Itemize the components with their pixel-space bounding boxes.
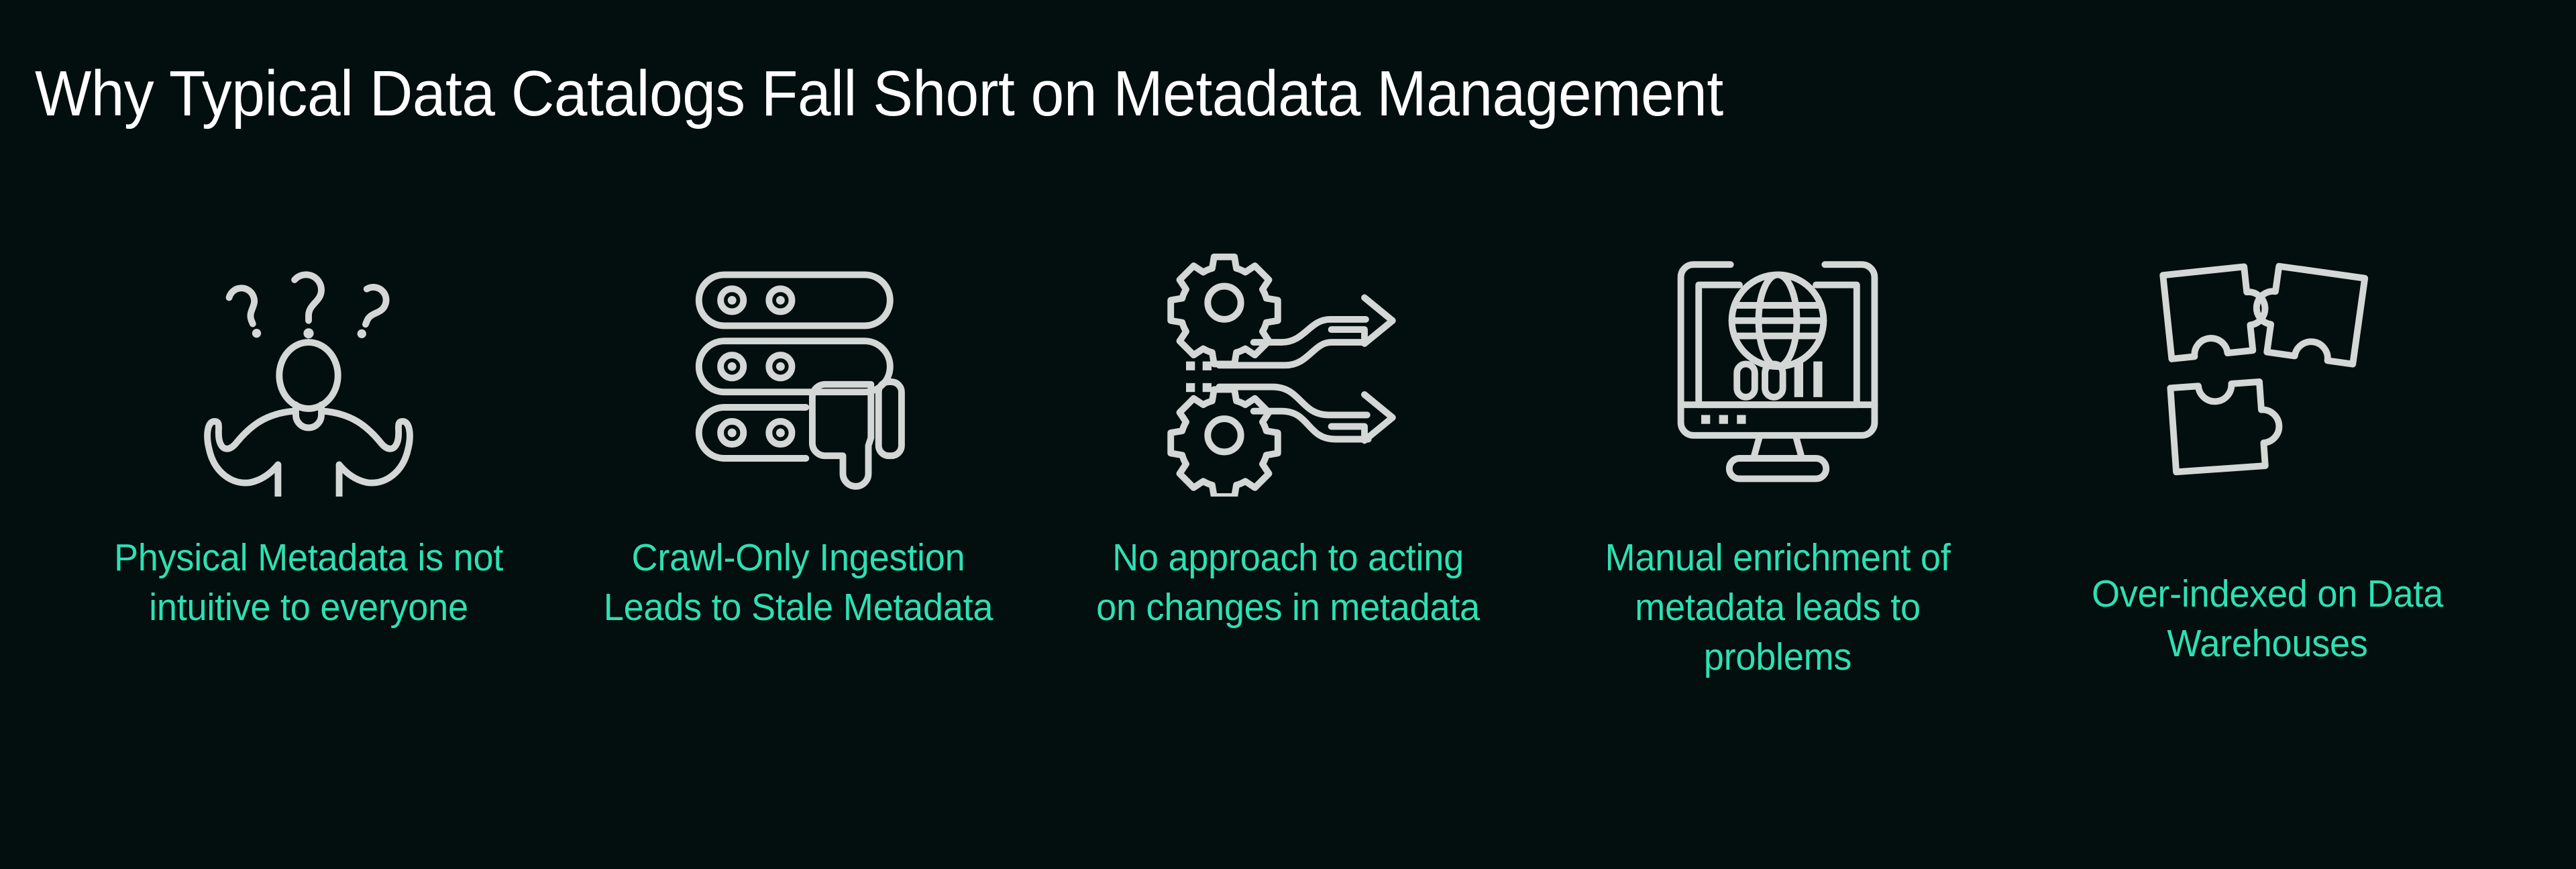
confused-person-question-marks-icon: [181, 242, 436, 497]
feature-column-2: Crawl-Only Ingestion Leads to Stale Meta…: [584, 242, 1013, 632]
slide-root: Why Typical Data Catalogs Fall Short on …: [0, 0, 2576, 869]
feature-columns: Physical Metadata is not intuitive to ev…: [0, 242, 2576, 846]
feature-column-5: Over-indexed on Data Warehouses: [2053, 242, 2482, 668]
feature-caption-5: Over-indexed on Data Warehouses: [2091, 572, 2444, 666]
puzzle-pieces-icon: [2140, 242, 2395, 497]
feature-column-1: Physical Metadata is not intuitive to ev…: [94, 242, 523, 632]
gears-crossing-arrows-icon: [1161, 242, 1415, 497]
feature-caption-1: Physical Metadata is not intuitive to ev…: [113, 536, 504, 629]
page-title: Why Typical Data Catalogs Fall Short on …: [35, 58, 1723, 130]
feature-caption-3: No approach to acting on changes in meta…: [1096, 536, 1480, 629]
feature-column-3: No approach to acting on changes in meta…: [1073, 242, 1503, 632]
feature-caption-2: Crawl-Only Ingestion Leads to Stale Meta…: [603, 536, 994, 629]
monitor-globe-binary-icon: [1650, 242, 1905, 497]
server-stack-thumbs-down-icon: [671, 242, 926, 497]
feature-column-4: Manual enrichment of metadata leads to p…: [1563, 242, 1992, 682]
feature-caption-4: Manual enrichment of metadata leads to p…: [1605, 536, 1951, 679]
